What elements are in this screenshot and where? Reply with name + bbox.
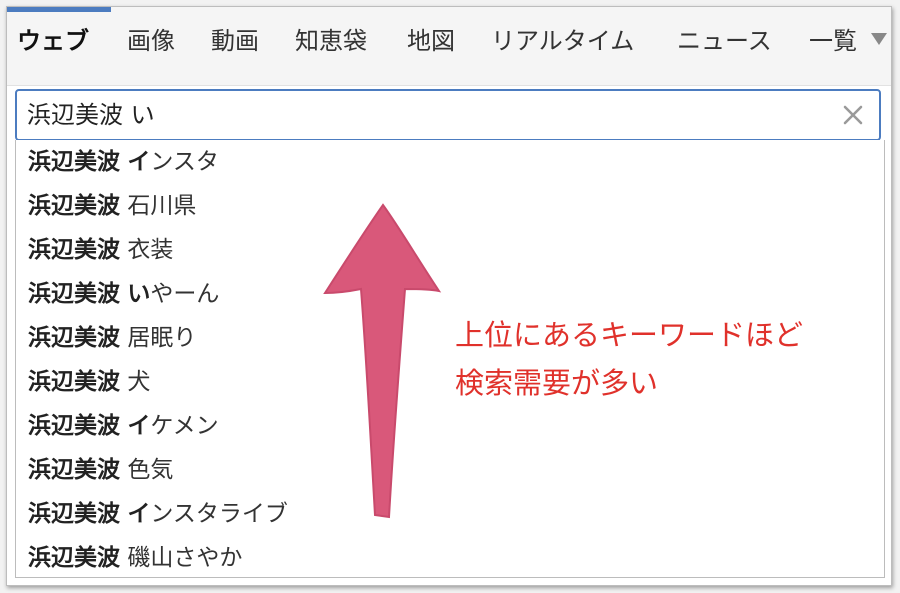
suggestion-item[interactable]: 浜辺美波 衣装 — [28, 230, 173, 270]
suggestion-highlight: い — [127, 281, 151, 307]
suggestion-highlight: イ — [127, 501, 151, 527]
suggestion-rest: 石川県 — [127, 193, 197, 219]
suggestion-highlight: イ — [127, 149, 151, 175]
suggestion-item[interactable]: 浜辺美波 犬 — [28, 362, 150, 402]
search-input[interactable]: 浜辺美波 い — [15, 89, 881, 141]
suggestion-rest: 色気 — [127, 457, 174, 483]
suggestion-query: 浜辺美波 — [28, 149, 120, 175]
suggestion-rest: 磯山さやか — [127, 545, 243, 571]
tab-images[interactable]: 画像 — [127, 25, 175, 57]
suggestion-query: 浜辺美波 — [28, 501, 120, 527]
tab-web[interactable]: ウェブ — [17, 25, 89, 57]
suggestion-item[interactable]: 浜辺美波 インスタライブ — [28, 494, 288, 534]
suggestion-item[interactable]: 浜辺美波 インスタ — [28, 142, 219, 182]
tab-list[interactable]: 一覧 — [809, 25, 857, 57]
suggestion-item[interactable]: 浜辺美波 イケメン — [28, 406, 219, 446]
suggestion-query: 浜辺美波 — [28, 545, 120, 571]
suggestion-rest: ンスタ — [150, 149, 219, 175]
suggestion-item[interactable]: 浜辺美波 居眠り — [28, 318, 196, 358]
suggestion-query: 浜辺美波 — [28, 413, 120, 439]
suggestion-query: 浜辺美波 — [28, 237, 120, 263]
tab-news[interactable]: ニュース — [677, 25, 772, 57]
active-tab-indicator — [7, 7, 111, 12]
suggestion-rest: 居眠り — [127, 325, 197, 351]
close-icon[interactable] — [841, 103, 865, 127]
suggestion-rest: ケメン — [150, 413, 219, 439]
annotation-line-1: 上位にあるキーワードほど — [455, 318, 804, 352]
suggestion-item[interactable]: 浜辺美波 いやーん — [28, 274, 219, 314]
suggestion-rest: 犬 — [127, 369, 151, 395]
suggestion-rest: ンスタライブ — [150, 501, 288, 527]
annotation-line-2: 検索需要が多い — [455, 366, 659, 400]
suggestion-rest: やーん — [150, 281, 220, 307]
suggestion-highlight: イ — [127, 413, 151, 439]
suggestion-query: 浜辺美波 — [28, 281, 120, 307]
search-input-value[interactable]: 浜辺美波 い — [27, 99, 155, 131]
tab-realtime[interactable]: リアルタイム — [491, 25, 634, 57]
suggestion-rest: 衣装 — [127, 237, 174, 263]
suggestion-item[interactable]: 浜辺美波 色気 — [28, 450, 173, 490]
up-arrow-icon — [323, 203, 442, 519]
dropdown-triangle-icon[interactable] — [871, 33, 887, 45]
suggestion-query: 浜辺美波 — [28, 457, 120, 483]
tab-chiebukuro[interactable]: 知恵袋 — [295, 25, 367, 57]
search-vertical-tabs: ウェブ 画像 動画 知恵袋 地図 リアルタイム ニュース 一覧 — [7, 7, 891, 86]
suggestion-query: 浜辺美波 — [28, 369, 120, 395]
suggestion-query: 浜辺美波 — [28, 193, 120, 219]
suggestion-item[interactable]: 浜辺美波 石川県 — [28, 186, 196, 226]
suggestion-item[interactable]: 浜辺美波 磯山さやか — [28, 538, 242, 578]
tab-maps[interactable]: 地図 — [407, 25, 455, 57]
suggestion-query: 浜辺美波 — [28, 325, 120, 351]
tab-videos[interactable]: 動画 — [211, 25, 259, 57]
browser-frame: ウェブ 画像 動画 知恵袋 地図 リアルタイム ニュース 一覧 浜辺美波 い 浜… — [6, 6, 892, 586]
